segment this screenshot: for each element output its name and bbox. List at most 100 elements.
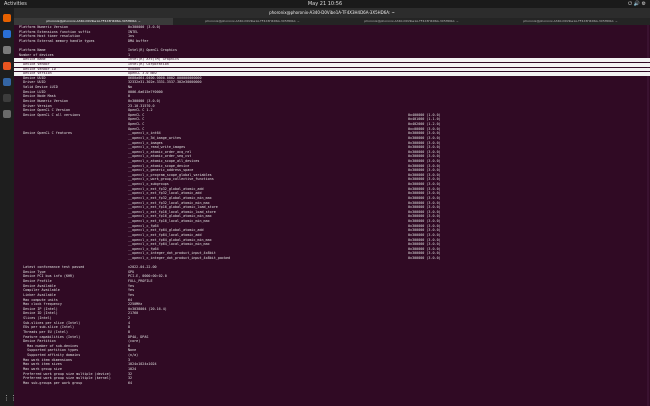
terminal-line: Max work item dimensions 3 [14, 358, 650, 363]
terminal-tab[interactable]: phoronix@phoronix-A340-D0Vibe1A-TF4X3H4D… [491, 18, 650, 25]
terminal-line: Device OpenCL C features __opencl_c_int64… [14, 132, 650, 136]
property-value: 8 [128, 329, 131, 334]
terminal-output[interactable]: Platform Numeric Version 0x300000 (3.0.0)… [14, 25, 650, 406]
terminal-line: Platform Numeric Version 0x300000 (3.0.0) [14, 25, 650, 30]
property-value: DMA buffer [128, 38, 149, 43]
property-value: 0006-6a615e7f0000 [128, 89, 163, 94]
terminal-line: __opencl_c_ext_fp16_local_atomic_min_max… [14, 219, 650, 224]
terminal-window: phoronix@phoronix-A340-D0Vibe1A-TF4X3H4D… [14, 8, 650, 406]
terminal-line: __opencl_c_ext_fp16_local_atomic_load_st… [14, 210, 650, 215]
property-name: Platform External memory handle types [19, 38, 95, 43]
clock[interactable]: May 21 10:56 [0, 0, 650, 8]
firefox-icon[interactable] [3, 14, 11, 22]
property-value: __opencl_c_3d_image_writes [128, 135, 182, 140]
terminal-line: Platform Host timer resolution 1ns [14, 35, 650, 39]
terminal-line: Device OpenCL C Version OpenCL C 1.2 [14, 109, 650, 113]
terminal-line: __opencl_c_ext_fp64_global_atomic_add 0x3… [14, 229, 650, 233]
terminal-line: Valid Device LUID No [14, 85, 650, 90]
terminal-line: __opencl_c_ext_fp32_local_atomic_min_max… [14, 201, 650, 206]
terminal-line: Device Name Intel(R) Arc(TM) Graphics [14, 58, 650, 62]
terminal-line: Device Version OpenCL 3.0 NEO [14, 72, 650, 76]
terminal-line: Device ID (Intel) 21760 [14, 312, 650, 316]
thunderbird-icon[interactable] [3, 30, 11, 38]
property-version: 0x300000 (3.0.0) [408, 135, 441, 140]
app-store-icon[interactable] [3, 62, 11, 70]
terminal-line: __opencl_c_integer_dot_product_input_4x8… [14, 252, 650, 256]
terminal-line: __opencl_c_fp64 0x300000 (3.0.0) [14, 224, 650, 229]
terminal-line: __opencl_c_atomic_scope_device 0x300000 (… [14, 164, 650, 169]
terminal-line: Device Available Yes [14, 284, 650, 289]
terminal-line: Slices (Intel) 2 [14, 316, 650, 321]
terminal-line: Supported affinity domains (n/a) [14, 353, 650, 358]
terminal-line: Device LUID 0006-6a615e7f0000 [14, 89, 650, 95]
terminal-line: Device Node Mask 0 [14, 95, 650, 99]
trash-icon[interactable] [3, 110, 11, 118]
property-name: Device OpenCL C features [19, 131, 73, 136]
terminal-line: __opencl_c_ext_fp16_global_atomic_min_ma… [14, 215, 650, 219]
terminal-line: Driver Version 23.10.31570.0 [14, 104, 650, 109]
help-icon[interactable] [3, 78, 11, 86]
property-name: Threads per EU (Intel) [19, 329, 68, 334]
terminal-line: Device IP (Intel) 0x3038004 (20.16.4) [14, 307, 650, 312]
terminal-line: Device Profile FULL_PROFILE [14, 279, 650, 284]
terminal-line: Threads per EU (Intel) 8 [14, 329, 650, 335]
property-name: Max work group size [19, 366, 62, 371]
terminal-line: __opencl_c_program_scope_global_variable… [14, 173, 650, 178]
terminal-line: EUs per sub-slice (Intel) 8 [14, 326, 650, 330]
show-apps-icon[interactable]: ⋮⋮ [3, 394, 17, 402]
terminal-line: OpenCL C 0xc00000 (3.0.0) [14, 127, 650, 132]
property-name: Linker Available [19, 292, 56, 297]
terminal-icon[interactable] [3, 94, 11, 102]
property-value: 64 [128, 380, 133, 385]
terminal-line: Driver UUID 32332e31-302e-3331-3537-302e3… [14, 81, 650, 85]
terminal-line: __opencl_c_ext_fp64_global_atomic_min_ma… [14, 238, 650, 243]
terminal-line: Compiler Available Yes [14, 289, 650, 293]
property-name: Device OpenCL C all versions [19, 112, 81, 117]
terminal-line: __opencl_c_ext_fp16_global_atomic_load_s… [14, 206, 650, 210]
terminal-line: __opencl_c_3d_image_writes 0x300000 (3.0.… [14, 135, 650, 141]
property-value: Intel(R) Corporation [128, 61, 169, 66]
terminal-line: __opencl_c_atomic_order_acq_rel 0x300000 … [14, 150, 650, 155]
terminal-line: Platform External memory handle types DMA… [14, 38, 650, 44]
system-tray[interactable]: ⏻ 🔊 ⚙ [628, 0, 646, 8]
terminal-line: __opencl_c_atomic_order_seq_cst 0x300000 … [14, 155, 650, 159]
property-value: 1024 [128, 366, 137, 371]
terminal-tab[interactable]: phoronix@phoronix-A340-D0Vibe1A-TF4X3H4D… [332, 18, 491, 25]
terminal-line: Supported partition types None [14, 349, 650, 353]
top-bar: Activities May 21 10:56 ⏻ 🔊 ⚙ [0, 0, 650, 8]
terminal-tab[interactable]: phoronix@phoronix-A340-D0Vibe1A-TF4X3H4D… [173, 18, 332, 25]
terminal-line: __opencl_c_ext_fp32_global_atomic_add 0x3… [14, 187, 650, 192]
terminal-line: OpenCL C 0x402000 (1.2.0) [14, 122, 650, 127]
terminal-line: __opencl_c_fp64 0x300000 (3.0.0) [14, 247, 650, 252]
terminal-line: __opencl_c_work_group_collective_functio… [14, 178, 650, 182]
terminal-line: Latest conformance test passed v2022-04-2… [14, 266, 650, 270]
terminal-line: __opencl_c_subgroups 0x300000 (3.0.0) [14, 182, 650, 187]
property-name: Device Numeric Version [19, 98, 68, 103]
terminal-line: Device UUID 8680a064-0400-0000-0002-00000… [14, 76, 650, 81]
terminal-line: Device Vendor ID 0x8086 [14, 67, 650, 72]
terminal-line: Platform Extensions function suffix INTEL [14, 30, 650, 35]
terminal-line: Linker Available Yes [14, 292, 650, 298]
property-version: 0x300000 (3.0.0) [408, 256, 441, 260]
files-icon[interactable] [3, 46, 11, 54]
tab-bar: phoronix@phoronix-A340-D0Vibe1A-TF4X3H4D… [14, 18, 650, 25]
property-value: __opencl_c_integer_dot_product_input_4x8… [128, 256, 231, 260]
property-value: Intel(R) OpenCL Graphics [128, 48, 177, 53]
terminal-line: __opencl_c_ext_fp64_local_atomic_min_max… [14, 243, 650, 247]
property-value: __opencl_c_ext_fp32_global_atomic_min_ma… [128, 195, 212, 200]
terminal-line: __opencl_c_read_write_images 0x300000 (3.… [14, 145, 650, 150]
property-name: Max sub-groups per work group [19, 380, 83, 385]
property-value: __opencl_c_ext_fp64_local_atomic_add [128, 232, 202, 237]
terminal-line: __opencl_c_atomic_scope_all_devices 0x300… [14, 159, 650, 164]
terminal-line: __opencl_c_images 0x300000 (3.0.0) [14, 141, 650, 146]
terminal-line: Device Vendor Intel(R) Corporation [14, 61, 650, 67]
terminal-line: Device OpenCL C all versions OpenCL C 0x40… [14, 112, 650, 118]
property-value: 32332e31-302e-3331-3537-302e30000000 [128, 80, 202, 85]
terminal-line: Device Numeric Version 0x300000 (3.0.0) [14, 98, 650, 104]
terminal-line: Sub-slices per slice (Intel) 4 [14, 321, 650, 326]
property-value: 0x300000 (3.0.0) [128, 98, 161, 103]
terminal-tab[interactable]: phoronix@phoronix-A340-D0Vibe1A-TF4X3H4D… [14, 18, 173, 25]
terminal-line: Platform Name Intel(R) OpenCL Graphics [14, 48, 650, 53]
